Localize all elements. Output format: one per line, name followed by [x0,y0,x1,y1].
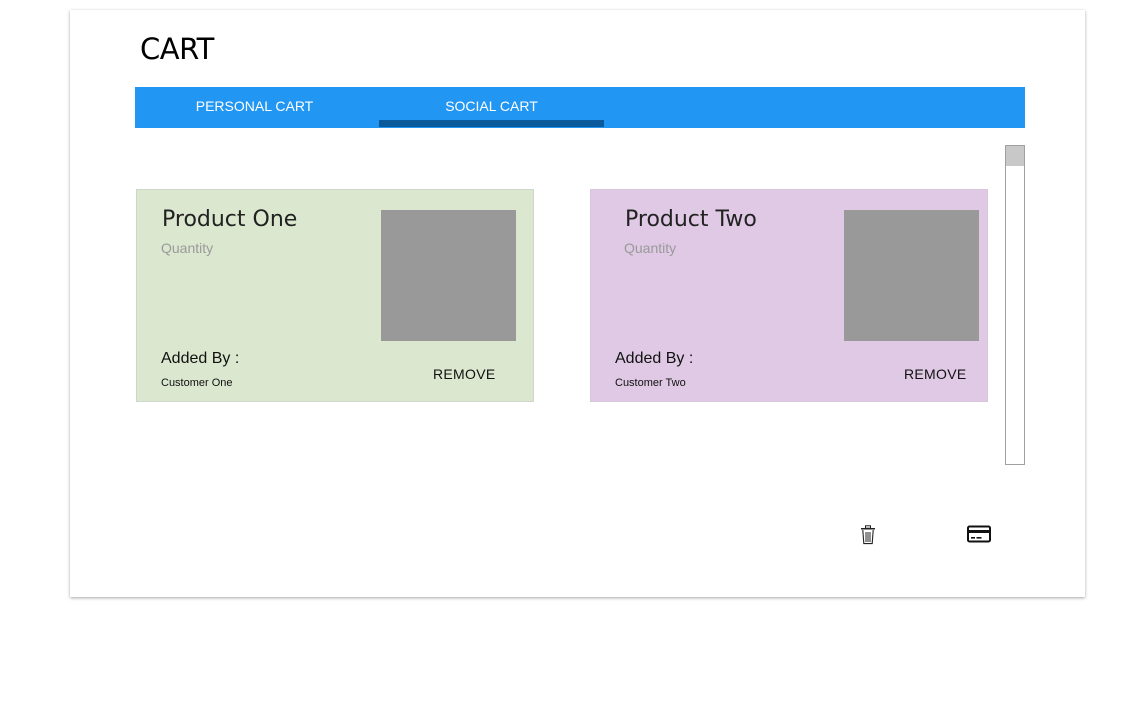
remove-button[interactable]: REMOVE [433,366,495,382]
tab-bar: PERSONAL CART SOCIAL CART [135,87,1025,128]
tab-personal-cart[interactable]: PERSONAL CART [142,87,367,128]
vertical-scrollbar[interactable] [1005,145,1025,465]
scrollbar-thumb[interactable] [1006,146,1024,166]
quantity-label: Quantity [624,240,677,256]
tab-active-indicator [379,120,604,127]
product-name: Product Two [625,207,757,232]
credit-card-icon[interactable] [967,525,991,548]
trash-icon[interactable] [860,525,876,550]
quantity-label: Quantity [161,240,214,256]
added-by-label: Added By : [161,350,240,367]
product-image [381,210,516,341]
cart-panel: CART PERSONAL CART SOCIAL CART Product O… [70,10,1085,597]
page-title: CART [140,32,214,66]
added-by-label: Added By : [615,350,694,367]
customer-name: Customer Two [615,377,686,389]
product-name: Product One [162,207,298,232]
customer-name: Customer One [161,377,233,389]
product-card: Product Two Quantity Added By : Customer… [590,189,988,402]
product-card: Product One Quantity Added By : Customer… [136,189,534,402]
remove-button[interactable]: REMOVE [904,366,966,382]
product-image [844,210,979,341]
